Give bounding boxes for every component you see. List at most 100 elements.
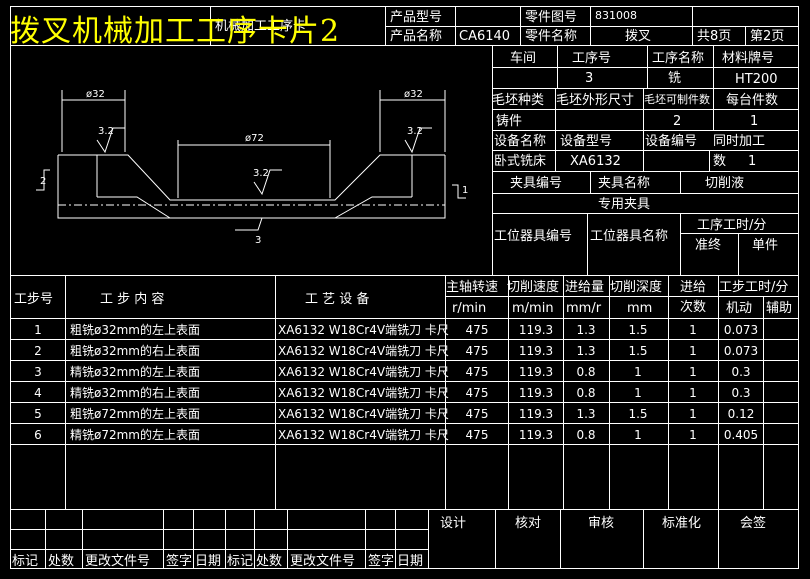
cell-spindle: 475 [466, 428, 489, 442]
col-passes: 进给 [680, 280, 706, 295]
drawing-labels: ø32 ø32 ø72 3.2 3.2 3.2 1 2 3 [40, 89, 468, 246]
revision-label: 处数 [48, 554, 74, 569]
speed-unit: m/min [512, 301, 554, 316]
info-text: 车间 工序号 工序名称 材料牌号 3 铣 HT200 毛坯种类 毛坯外形尺寸 毛… [492, 50, 778, 253]
cell-speed: 119.3 [519, 407, 553, 421]
product-model-label: 产品型号 [390, 10, 442, 25]
cell-no: 5 [34, 407, 42, 421]
cell-equip: XA6132 W18Cr4V端铣刀 卡尺 [278, 386, 449, 400]
part-name: 拨叉 [625, 29, 651, 44]
blank-type: 铸件 [496, 113, 522, 129]
process-card: ø32 ø32 ø72 3.2 3.2 3.2 1 2 3 机械加工工序卡 产品… [0, 0, 810, 575]
revision-label: 签字 [166, 553, 192, 569]
table-row: 2 粗铣ø32mm的右上表面 XA6132 W18Cr4V端铣刀 卡尺 475 119.… [34, 343, 758, 358]
cell-feed: 0.8 [576, 386, 595, 400]
cell-passes: 1 [689, 428, 697, 442]
dim-left: ø32 [86, 89, 105, 100]
cell-spindle: 475 [466, 344, 489, 358]
workshop-label: 车间 [510, 50, 536, 66]
footer-standard: 标准化 [662, 516, 701, 531]
cell-passes: 1 [689, 407, 697, 421]
cell-spindle: 475 [466, 323, 489, 337]
cell-passes: 1 [689, 323, 697, 337]
blank-type-label: 毛坯种类 [492, 93, 544, 108]
cell-depth: 1.5 [628, 407, 647, 421]
revision-label: 签字 [368, 553, 394, 569]
cell-depth: 1.5 [628, 344, 647, 358]
cell-no: 4 [34, 386, 42, 400]
cell-spindle: 475 [466, 407, 489, 421]
roughness-center: 3.2 [253, 168, 269, 179]
table-header: 工步号 工 步 内 容 工 艺 设 备 主轴转速 切削速度 进给量 切削深度 进… [14, 279, 792, 316]
equip-no-label: 设备编号 [645, 133, 697, 149]
equip-model-label: 设备型号 [560, 133, 612, 149]
machine-col: 机动 [726, 301, 752, 316]
part-drawing [36, 90, 466, 231]
footer-sign: 会签 [740, 515, 766, 531]
revision-label: 标记 [12, 554, 38, 569]
cell-feed: 1.3 [576, 323, 595, 337]
footer-design: 设计 [440, 516, 466, 531]
material: HT200 [735, 72, 778, 87]
footer-review: 核对 [515, 516, 541, 531]
col-step-no: 工步号 [14, 292, 53, 307]
blank-count: 2 [673, 114, 681, 129]
cell-equip: XA6132 W18Cr4V端铣刀 卡尺 [278, 407, 449, 421]
col-equipment: 工 艺 设 备 [305, 291, 369, 307]
per-unit: 1 [750, 114, 758, 129]
table-row: 3 精铣ø32mm的左上表面 XA6132 W18Cr4V端铣刀 卡尺 475 119.… [34, 364, 750, 379]
cell-machine: 0.3 [731, 386, 750, 400]
table-row: 1 粗铣ø32mm的左上表面 XA6132 W18Cr4V端铣刀 卡尺 475 119.… [34, 322, 758, 337]
cell-no: 2 [34, 344, 42, 358]
station-name-label: 工位器具名称 [590, 228, 668, 244]
feed-unit: mm/r [566, 301, 602, 316]
cell-depth: 1.5 [628, 323, 647, 337]
dim-right: ø32 [404, 89, 423, 100]
cell-passes: 1 [689, 365, 697, 379]
cell-depth: 1 [634, 365, 642, 379]
current-page: 第2页 [750, 29, 784, 44]
simul-count: 1 [748, 154, 756, 169]
simul-label: 同时加工 [713, 134, 765, 149]
blank-size-label: 毛坯外形尺寸 [556, 93, 634, 108]
revision-label: 处数 [256, 554, 282, 569]
fixture-no-label: 夹具编号 [510, 176, 562, 191]
cell-content: 精铣ø32mm的左上表面 [70, 364, 200, 379]
equip-name-label: 设备名称 [494, 133, 546, 149]
col-speed: 切削速度 [507, 279, 559, 295]
product-name: CA6140 [459, 29, 510, 44]
op-no: 3 [585, 71, 593, 86]
equip-model: XA6132 [570, 154, 621, 169]
cell-passes: 1 [689, 344, 697, 358]
part-no: 831008 [595, 9, 637, 22]
fixture-name-label: 夹具名称 [598, 175, 650, 191]
coolant-label: 切削液 [705, 176, 744, 191]
fixture-name: 专用夹具 [598, 197, 650, 212]
cell-machine: 0.073 [724, 323, 758, 337]
op-no-label: 工序号 [572, 51, 611, 66]
cell-equip: XA6132 W18Cr4V端铣刀 卡尺 [278, 365, 449, 379]
cell-spindle: 475 [466, 386, 489, 400]
revision-label: 更改文件号 [85, 554, 150, 569]
cell-no: 6 [34, 428, 42, 442]
cell-machine: 0.3 [731, 365, 750, 379]
overlay-title: 拨叉机械加工工序卡片2 [10, 14, 341, 49]
total-pages: 共8页 [697, 29, 731, 44]
table-row: 6 精铣ø72mm的左上表面 XA6132 W18Cr4V端铣刀 卡尺 475 119.… [34, 427, 758, 442]
spindle-unit: r/min [452, 301, 486, 316]
cell-content: 精铣ø72mm的左上表面 [70, 427, 200, 442]
card-canvas: ø32 ø32 ø72 3.2 3.2 3.2 1 2 3 机械加工工序卡 产品… [10, 6, 799, 569]
revision-label: 日期 [195, 554, 221, 569]
section-label-3: 3 [255, 235, 261, 246]
roughness-left: 3.2 [98, 126, 114, 137]
cell-no: 1 [34, 323, 42, 337]
count-label: 数 [713, 154, 726, 169]
cell-content: 粗铣ø32mm的左上表面 [70, 322, 200, 337]
part-name-label: 零件名称 [525, 28, 577, 44]
col-feed: 进给量 [565, 280, 604, 295]
cell-speed: 119.3 [519, 344, 553, 358]
cell-machine: 0.405 [724, 428, 758, 442]
aux-col: 辅助 [766, 301, 792, 316]
cell-content: 粗铣ø72mm的左上表面 [70, 406, 200, 421]
cell-speed: 119.3 [519, 428, 553, 442]
